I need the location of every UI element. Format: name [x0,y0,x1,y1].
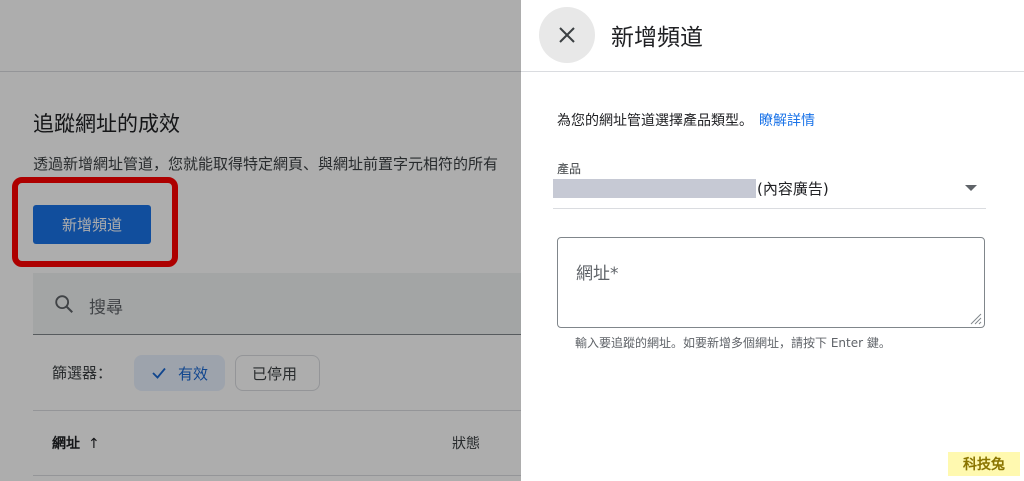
watermark: 科技兔 [948,452,1020,476]
panel-intro-text: 為您的網址管道選擇產品類型。 [557,113,753,129]
url-placeholder: 網址* [576,264,619,284]
panel-header: 新增頻道 [521,0,1024,72]
close-button[interactable] [539,7,595,63]
learn-more-link[interactable]: 瞭解詳情 [759,113,815,129]
add-channel-panel: 新增頻道 為您的網址管道選擇產品類型。 瞭解詳情 產品 (內容廣告) 網址* 輸入… [521,0,1024,481]
redacted-region [553,179,756,198]
product-label: 產品 [557,162,582,176]
panel-intro: 為您的網址管道選擇產品類型。 瞭解詳情 [557,110,815,130]
url-textarea[interactable]: 網址* [557,237,985,328]
resize-grip-icon[interactable] [968,311,982,325]
product-select-value: (內容廣告) [757,180,829,198]
panel-title: 新增頻道 [611,25,703,51]
close-icon [559,27,575,43]
dropdown-arrow-icon [965,185,977,191]
product-select[interactable]: (內容廣告) [553,176,986,209]
url-helper-text: 輸入要追蹤的網址。如要新增多個網址，請按下 Enter 鍵。 [575,336,891,350]
